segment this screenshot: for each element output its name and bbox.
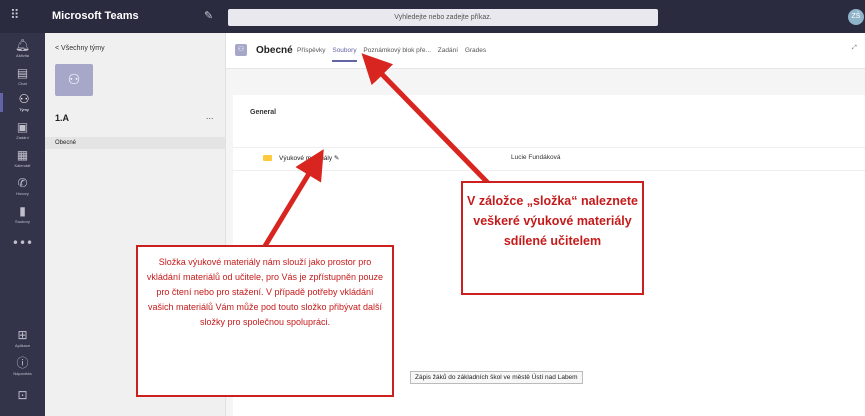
annotation-note-folder: Složka výukové materiály nám slouží jako…: [136, 245, 394, 397]
rail-item-label: Soubory: [15, 219, 30, 224]
rail-item-apps[interactable]: ⊞ Aplikace: [0, 328, 45, 349]
rail-item-label: Kalendář: [14, 163, 31, 168]
rail-item-label: Chat: [18, 81, 27, 86]
avatar[interactable]: ZŠ: [848, 9, 864, 25]
channel-title: Obecné: [256, 45, 293, 56]
tab-posts[interactable]: Příspěvky: [297, 47, 326, 60]
rail-item-more[interactable]: •••: [0, 237, 45, 250]
download-icon: ⊡: [17, 388, 28, 402]
rail-item-help[interactable]: ⓘ Nápověda: [0, 356, 45, 377]
rail-item-label: Zadání: [16, 135, 29, 140]
more-icon: •••: [11, 236, 34, 250]
channel-tabs: Příspěvky Soubory Poznámkový blok pře...…: [297, 47, 491, 62]
app-rail: 🔔︎ Aktivita ▤ Chat ⚇ Týmy ▣ Zadání ▦ Kal…: [0, 33, 45, 416]
calendar-icon: ▦: [16, 148, 29, 162]
search-input[interactable]: Vyhledejte nebo zadejte příkaz.: [228, 9, 658, 26]
section-heading: General: [250, 109, 277, 116]
rail-item-label: Aktivita: [16, 53, 29, 58]
tab-assignments[interactable]: Zadání: [438, 47, 458, 60]
rail-item-calls[interactable]: ✆ Hovory: [0, 176, 45, 197]
rail-item-assignments[interactable]: ▣ Zadání: [0, 120, 45, 141]
assignments-icon: ▣: [16, 120, 29, 134]
back-to-teams-link[interactable]: < Všechny týmy: [55, 45, 105, 52]
chat-icon: ▤: [16, 66, 29, 80]
rail-item-download[interactable]: ⊡: [0, 389, 45, 402]
teams-icon: ⚇: [18, 92, 30, 106]
tab-files[interactable]: Soubory: [332, 47, 357, 62]
help-icon: ⓘ: [16, 356, 29, 370]
files-icon: ▮: [19, 204, 26, 218]
file-owner: Lucie Fundáková: [511, 154, 561, 161]
bell-icon: 🔔︎: [14, 38, 31, 52]
team-name: 1.A: [55, 113, 70, 123]
phone-icon: ✆: [17, 176, 28, 190]
chevron-left-icon: <: [55, 45, 60, 52]
teams-window: ⠿ Microsoft Teams ✎ Vyhledejte nebo zade…: [0, 0, 865, 416]
channel-header: ⚇ Obecné Příspěvky Soubory Poznámkový bl…: [226, 33, 865, 69]
rail-item-label: Týmy: [19, 107, 29, 112]
apps-icon: ⊞: [17, 328, 28, 342]
app-launcher-icon[interactable]: ⠿: [10, 9, 24, 23]
team-more-options-button[interactable]: ...: [206, 111, 214, 121]
tab-class-notebook[interactable]: Poznámkový blok pře...: [363, 47, 431, 60]
tooltip: Zápis žáků do základních škol ve městě Ú…: [410, 371, 583, 384]
top-bar: ⠿ Microsoft Teams ✎ Vyhledejte nebo zade…: [0, 0, 865, 33]
back-label: Všechny týmy: [61, 45, 105, 52]
new-chat-icon[interactable]: ✎: [204, 9, 213, 22]
rail-item-files[interactable]: ▮ Soubory: [0, 204, 45, 225]
rail-item-label: Hovory: [16, 191, 29, 196]
expand-icon[interactable]: ⤢: [852, 45, 857, 52]
annotation-note-files-tab: V záložce „složka“ naleznete veškeré výu…: [461, 181, 644, 295]
folder-icon: [263, 155, 272, 161]
team-avatar: ⚇: [55, 64, 93, 96]
rail-item-label: Aplikace: [14, 343, 31, 348]
rail-item-calendar[interactable]: ▦ Kalendář: [0, 148, 45, 169]
rail-item-label: Nápověda: [13, 371, 32, 376]
file-row[interactable]: Výukové materiály ✎ Lucie Fundáková: [233, 147, 865, 171]
edit-icon: ✎: [333, 155, 340, 162]
rail-item-activity[interactable]: 🔔︎ Aktivita: [0, 38, 45, 59]
rail-item-teams[interactable]: ⚇ Týmy: [0, 93, 45, 112]
app-title: Microsoft Teams: [52, 10, 139, 22]
channel-icon: ⚇: [235, 44, 247, 56]
file-name[interactable]: Výukové materiály ✎: [279, 154, 339, 162]
file-name-text: Výukové materiály: [279, 155, 333, 162]
channel-item-general[interactable]: Obecné: [45, 137, 225, 149]
rail-item-chat[interactable]: ▤ Chat: [0, 66, 45, 87]
tab-grades[interactable]: Grades: [465, 47, 486, 60]
